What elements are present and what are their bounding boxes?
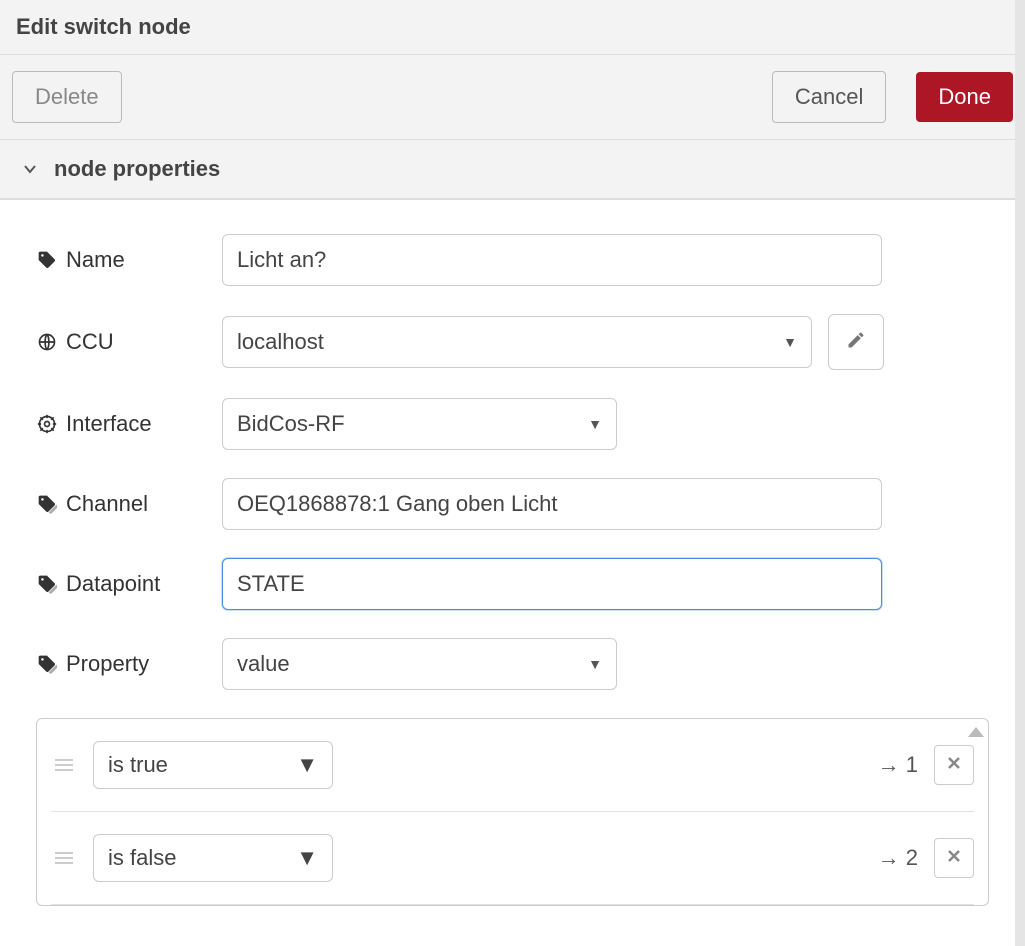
row-ccu: CCU localhost ▼ bbox=[36, 314, 989, 370]
datapoint-input[interactable] bbox=[222, 558, 882, 610]
editor-panel: Edit switch node Delete Cancel Done node… bbox=[0, 0, 1025, 200]
row-property: Property value ▼ bbox=[36, 638, 989, 690]
remove-rule-button[interactable] bbox=[934, 838, 974, 878]
rule-row: is false ▼ → 2 bbox=[51, 812, 974, 905]
dropdown-caret-icon: ▼ bbox=[588, 416, 602, 432]
rule-output-indicator: → 2 bbox=[878, 845, 918, 871]
remove-rule-button[interactable] bbox=[934, 745, 974, 785]
label-channel: Channel bbox=[36, 491, 222, 517]
tags-icon bbox=[36, 653, 58, 675]
tags-icon bbox=[36, 493, 58, 515]
dropdown-caret-icon: ▼ bbox=[296, 752, 318, 778]
tag-icon bbox=[36, 249, 58, 271]
rules-list: is true ▼ → 1 is false ▼ → 2 bbox=[36, 718, 989, 906]
dropdown-caret-icon: ▼ bbox=[588, 656, 602, 672]
label-interface: Interface bbox=[36, 411, 222, 437]
channel-input[interactable]: OEQ1868878:1 Gang oben Licht bbox=[222, 478, 882, 530]
row-datapoint: Datapoint bbox=[36, 558, 989, 610]
rule-operator-select[interactable]: is true ▼ bbox=[93, 741, 333, 789]
dropdown-caret-icon: ▼ bbox=[783, 334, 797, 350]
ccu-select[interactable]: localhost ▼ bbox=[222, 316, 812, 368]
label-name: Name bbox=[36, 247, 222, 273]
globe-icon bbox=[36, 331, 58, 353]
section-node-properties[interactable]: node properties bbox=[0, 140, 1025, 199]
rule-output-indicator: → 1 bbox=[878, 752, 918, 778]
cog-icon bbox=[36, 413, 58, 435]
form-content: Name Licht an? CCU localhost ▼ bbox=[0, 200, 1025, 906]
interface-select[interactable]: BidCos-RF ▼ bbox=[222, 398, 617, 450]
cancel-button[interactable]: Cancel bbox=[772, 71, 886, 123]
drag-handle-icon[interactable] bbox=[51, 759, 77, 771]
datapoint-input-field[interactable] bbox=[237, 571, 867, 597]
done-button[interactable]: Done bbox=[916, 72, 1013, 122]
dropdown-caret-icon: ▼ bbox=[296, 845, 318, 871]
drag-handle-icon[interactable] bbox=[51, 852, 77, 864]
pencil-icon bbox=[846, 330, 866, 355]
delete-button[interactable]: Delete bbox=[12, 71, 122, 123]
label-datapoint: Datapoint bbox=[36, 571, 222, 597]
scroll-up-icon[interactable] bbox=[968, 727, 984, 737]
chevron-down-icon bbox=[20, 162, 40, 176]
section-label: node properties bbox=[54, 156, 220, 182]
name-input[interactable]: Licht an? bbox=[222, 234, 882, 286]
rule-row: is true ▼ → 1 bbox=[51, 719, 974, 812]
property-select[interactable]: value ▼ bbox=[222, 638, 617, 690]
rule-operator-select[interactable]: is false ▼ bbox=[93, 834, 333, 882]
row-channel: Channel OEQ1868878:1 Gang oben Licht bbox=[36, 478, 989, 530]
row-name: Name Licht an? bbox=[36, 234, 989, 286]
close-icon bbox=[947, 849, 961, 868]
label-ccu: CCU bbox=[36, 329, 222, 355]
panel-title: Edit switch node bbox=[0, 0, 1025, 55]
tags-icon bbox=[36, 573, 58, 595]
edit-ccu-button[interactable] bbox=[828, 314, 884, 370]
row-interface: Interface BidCos-RF ▼ bbox=[36, 398, 989, 450]
action-bar: Delete Cancel Done bbox=[0, 55, 1025, 140]
scrollbar-track[interactable] bbox=[1015, 0, 1025, 946]
label-property: Property bbox=[36, 651, 222, 677]
close-icon bbox=[947, 756, 961, 775]
